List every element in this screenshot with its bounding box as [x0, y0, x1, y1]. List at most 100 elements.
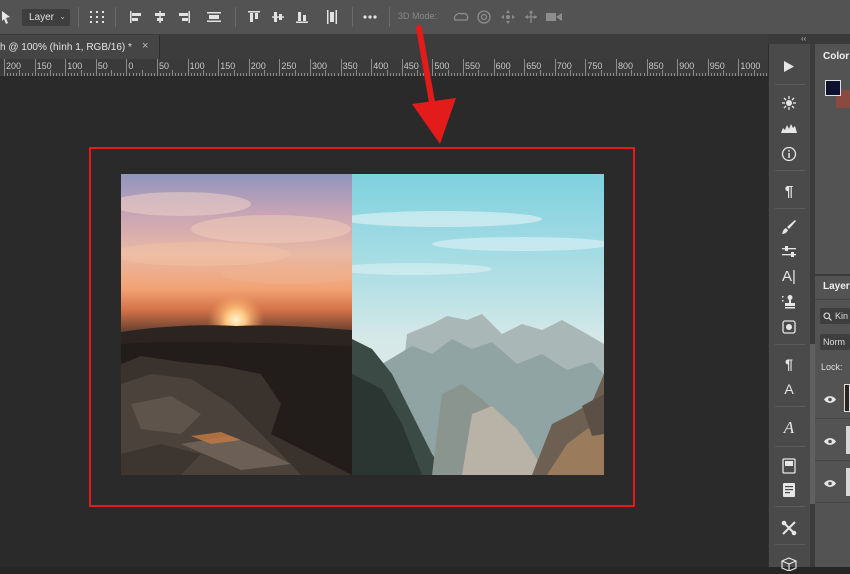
tools-icon[interactable]	[778, 518, 800, 538]
layer-row[interactable]	[815, 378, 850, 419]
layer-filter-kind: Kin	[835, 311, 849, 321]
ruler-tick	[762, 73, 764, 76]
separator	[775, 544, 805, 545]
ruler-tick	[661, 70, 663, 76]
sun-icon[interactable]	[778, 93, 800, 113]
pan-3d-icon[interactable]	[500, 9, 516, 25]
align-middle-icon[interactable]	[270, 9, 286, 25]
play-icon[interactable]	[778, 56, 800, 76]
ruler-tick	[597, 73, 599, 76]
ruler-tick	[392, 73, 394, 76]
layer-thumbnail	[844, 384, 850, 412]
ruler-tick	[319, 73, 321, 76]
layer-row[interactable]	[815, 420, 850, 461]
info-icon[interactable]	[778, 144, 800, 164]
ruler-tick	[723, 70, 725, 76]
layer-dropdown[interactable]: Layer ⌄	[22, 9, 70, 26]
ruler-tick	[631, 70, 633, 76]
navigator-icon[interactable]	[778, 456, 800, 476]
eye-icon[interactable]	[823, 478, 837, 488]
collapse-icon[interactable]: ‹‹	[801, 34, 806, 43]
glyphs-icon[interactable]: A	[778, 418, 800, 438]
ruler-tick	[306, 73, 308, 76]
layer-thumbnail	[846, 468, 850, 496]
ruler-tick	[126, 59, 128, 76]
color-panel-title[interactable]: Color	[823, 51, 849, 62]
roll-3d-icon[interactable]	[476, 9, 492, 25]
align-center-icon[interactable]	[152, 9, 168, 25]
blend-mode-dropdown[interactable]: Norm	[820, 334, 850, 350]
ruler-tick	[279, 59, 281, 76]
close-icon[interactable]: ×	[142, 40, 148, 52]
ruler-tick	[43, 73, 45, 76]
ruler-tick	[710, 73, 712, 76]
histogram-icon[interactable]	[778, 118, 800, 138]
ruler-tick	[19, 70, 21, 76]
align-left-icon[interactable]	[128, 9, 144, 25]
ruler-tick	[239, 73, 241, 76]
transform-grid-icon[interactable]	[89, 9, 105, 25]
ruler-tick	[163, 73, 165, 76]
ruler-tick	[337, 73, 339, 76]
eye-icon[interactable]	[823, 394, 837, 404]
ruler-tick	[169, 73, 171, 76]
ruler-tick	[637, 73, 639, 76]
ruler-tick	[441, 73, 443, 76]
ruler-tick	[585, 59, 587, 76]
ruler-tick	[435, 73, 437, 76]
ruler-tick	[267, 73, 269, 76]
slide-3d-icon[interactable]	[523, 9, 539, 25]
distribute-vertical-icon[interactable]	[324, 9, 340, 25]
ruler-tick	[640, 73, 642, 76]
align-top-icon[interactable]	[246, 9, 262, 25]
ruler-tick	[294, 70, 296, 76]
ruler-tick	[74, 73, 76, 76]
sliders-icon[interactable]	[778, 242, 800, 262]
3d-cube-icon[interactable]	[778, 554, 800, 574]
adjustments-icon[interactable]	[778, 317, 800, 337]
move-tool-icon[interactable]	[0, 9, 12, 25]
panel-collapse-bar[interactable]: ‹‹	[768, 34, 850, 44]
more-options-icon[interactable]	[362, 9, 378, 25]
ruler-tick	[704, 73, 706, 76]
ruler-tick	[224, 73, 226, 76]
align-right-icon[interactable]	[176, 9, 192, 25]
ruler-tick	[720, 73, 722, 76]
ruler-tick	[680, 73, 682, 76]
ruler-tick	[291, 73, 293, 76]
layers-panel-title[interactable]: Layers	[823, 281, 850, 292]
layer-row[interactable]	[815, 462, 850, 503]
ruler-tick	[527, 73, 529, 76]
align-bottom-icon[interactable]	[294, 9, 310, 25]
foreground-color-swatch[interactable]	[825, 80, 841, 96]
layer-search-field[interactable]: Kin	[820, 308, 850, 324]
ruler-tick	[86, 73, 88, 76]
blend-mode-value: Norm	[823, 337, 845, 347]
ruler-tick	[199, 73, 201, 76]
document-image[interactable]	[121, 174, 604, 475]
ruler-tick	[732, 73, 734, 76]
ruler-tick	[40, 73, 42, 76]
clone-stamp-icon[interactable]	[778, 292, 800, 312]
ruler-tick	[166, 73, 168, 76]
character-style-icon[interactable]: A	[778, 379, 800, 399]
notes-icon[interactable]	[778, 480, 800, 500]
paragraph-style-icon[interactable]: ¶	[778, 354, 800, 374]
document-tab[interactable]: h @ 100% (hình 1, RGB/16) * ×	[0, 35, 160, 59]
ruler-tick	[463, 59, 464, 76]
scale-3d-icon[interactable]	[545, 9, 563, 25]
ruler-tick	[242, 73, 244, 76]
eye-icon[interactable]	[823, 436, 837, 446]
canvas-area[interactable]	[0, 77, 768, 567]
ruler-tick	[181, 73, 183, 76]
ruler-tick	[539, 70, 541, 76]
ruler-tick	[447, 70, 449, 76]
brush-icon[interactable]	[778, 217, 800, 237]
ruler-tick	[542, 73, 544, 76]
paragraph-icon[interactable]: ¶	[778, 181, 800, 201]
character-icon[interactable]: A|	[778, 266, 800, 286]
ruler-tick	[282, 73, 284, 76]
separator	[115, 7, 116, 27]
distribute-horizontal-icon[interactable]	[206, 9, 222, 25]
orbit-3d-icon[interactable]	[452, 9, 470, 25]
